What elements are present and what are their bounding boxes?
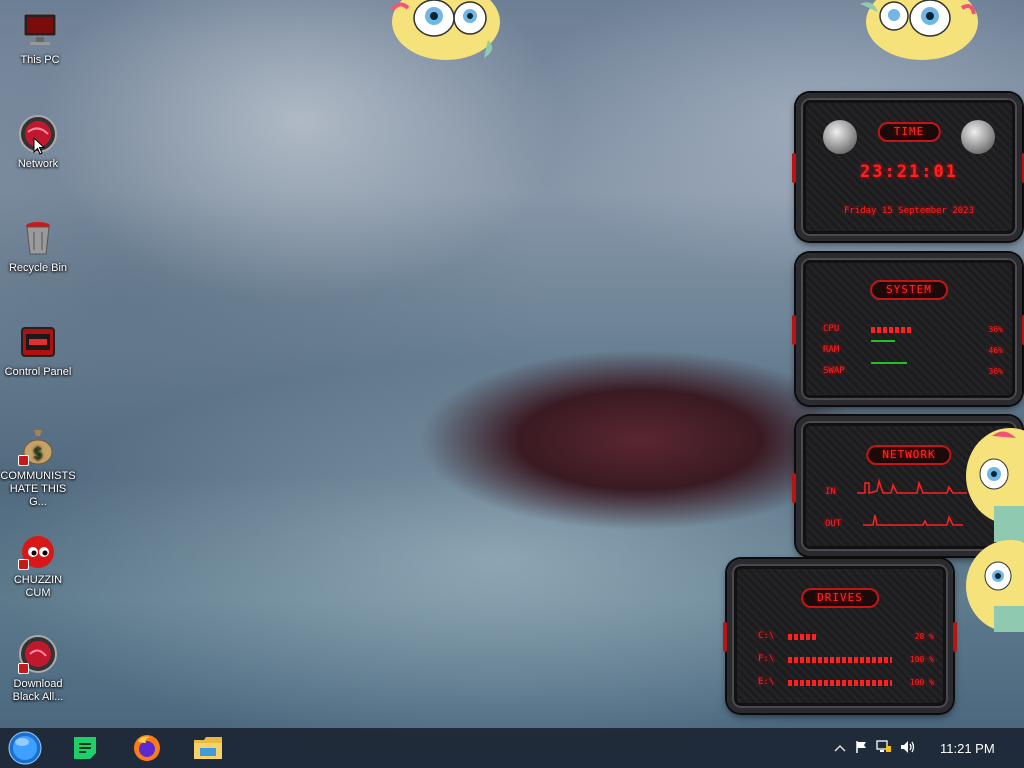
desktop-icon-this-pc[interactable]: This PC bbox=[2, 10, 78, 67]
control-panel-icon bbox=[18, 322, 58, 362]
file-explorer-icon[interactable] bbox=[191, 732, 225, 764]
recycle-bin-icon bbox=[18, 218, 58, 258]
desktop-icon-recycle-bin[interactable]: Recycle Bin bbox=[0, 218, 76, 275]
drive-e-usage-bar bbox=[788, 680, 892, 686]
cartoon-sticker-right bbox=[964, 426, 1024, 636]
shortcut-badge-icon bbox=[18, 559, 29, 570]
volume-icon[interactable] bbox=[896, 740, 920, 757]
cpu-value: 36% bbox=[988, 325, 1003, 334]
desktop-icon-communists[interactable]: $ COMMUNISTS HATE THIS G... bbox=[0, 426, 76, 509]
swap-usage-graph bbox=[871, 362, 907, 364]
drive-f-value: 100 % bbox=[909, 655, 934, 664]
drive-c-label: C:\ bbox=[758, 631, 775, 641]
system-widget-title: SYSTEM bbox=[870, 280, 948, 300]
alien-orb-icon bbox=[18, 634, 58, 674]
cartoon-sticker-top-right bbox=[850, 0, 978, 70]
mouse-cursor bbox=[33, 136, 46, 159]
time-widget[interactable]: TIME 23:21:01 Friday 15 September 2023 bbox=[792, 93, 1024, 241]
cpu-label: CPU bbox=[823, 324, 840, 334]
desktop-icon-label: Network bbox=[17, 158, 59, 170]
notes-app-icon[interactable] bbox=[68, 732, 102, 764]
desktop-icon-label: Control Panel bbox=[4, 366, 72, 378]
taskbar-clock[interactable]: 11:21 PM bbox=[940, 741, 995, 756]
desktop-icon-label: Download Black All... bbox=[12, 678, 64, 703]
ram-value: 46% bbox=[988, 346, 1003, 355]
network-in-label: IN bbox=[825, 487, 836, 497]
drive-e-value: 100 % bbox=[909, 678, 934, 687]
drive-f-label: F:\ bbox=[758, 654, 775, 664]
cpu-usage-bar bbox=[871, 327, 911, 333]
red-fuzzy-creature-icon bbox=[18, 530, 58, 570]
taskbar: 11:21 PM bbox=[0, 728, 1024, 768]
money-bag-icon: $ bbox=[18, 426, 58, 466]
firefox-icon[interactable] bbox=[130, 732, 164, 764]
svg-text:$: $ bbox=[33, 443, 43, 462]
monitor-icon bbox=[20, 10, 60, 50]
swap-value: 36% bbox=[988, 367, 1003, 376]
ram-label: RAM bbox=[823, 345, 840, 355]
drives-widget-title: DRIVES bbox=[801, 588, 879, 608]
shortcut-badge-icon bbox=[18, 663, 29, 674]
desktop-icon-label: Recycle Bin bbox=[8, 262, 68, 274]
desktop-icon-download[interactable]: Download Black All... bbox=[0, 634, 76, 704]
drive-c-value: 28 % bbox=[914, 632, 934, 641]
drives-widget[interactable]: DRIVES C:\ 28 % F:\ 100 % E:\ 100 % bbox=[723, 559, 957, 713]
time-widget-clock: 23:21:01 bbox=[860, 162, 958, 182]
drive-c-usage-bar bbox=[788, 634, 816, 640]
network-out-label: OUT bbox=[825, 519, 842, 529]
network-widget-title: NETWORK bbox=[866, 445, 952, 465]
desktop-icon-label: This PC bbox=[20, 54, 60, 66]
time-widget-date: Friday 15 September 2023 bbox=[843, 206, 975, 216]
network-icon[interactable] bbox=[872, 739, 896, 757]
swap-label: SWAP bbox=[823, 366, 845, 376]
shortcut-badge-icon bbox=[18, 455, 29, 466]
alien-head-icon bbox=[961, 120, 995, 154]
network-out-graph bbox=[863, 514, 963, 526]
desktop-icon-label: CHUZZIN CUM bbox=[13, 574, 63, 599]
ram-usage-graph bbox=[871, 340, 895, 342]
drive-e-label: E:\ bbox=[758, 677, 775, 687]
alien-head-icon bbox=[823, 120, 857, 154]
desktop-icon-control-panel[interactable]: Control Panel bbox=[0, 322, 76, 379]
chevron-up-icon[interactable] bbox=[830, 741, 850, 755]
drive-f-usage-bar bbox=[788, 657, 892, 663]
system-tray: 11:21 PM bbox=[830, 728, 995, 768]
system-widget[interactable]: SYSTEM CPU 36% RAM 46% SWAP 36% bbox=[792, 253, 1024, 405]
desktop-icon-label: COMMUNISTS HATE THIS G... bbox=[0, 470, 76, 508]
time-widget-title: TIME bbox=[877, 122, 941, 142]
flag-icon[interactable] bbox=[850, 740, 872, 757]
start-orb-icon[interactable] bbox=[8, 731, 42, 765]
desktop-icon-chuzzin[interactable]: CHUZZIN CUM bbox=[0, 530, 76, 600]
network-in-graph bbox=[857, 478, 967, 494]
cartoon-sticker-top-left bbox=[388, 0, 500, 70]
